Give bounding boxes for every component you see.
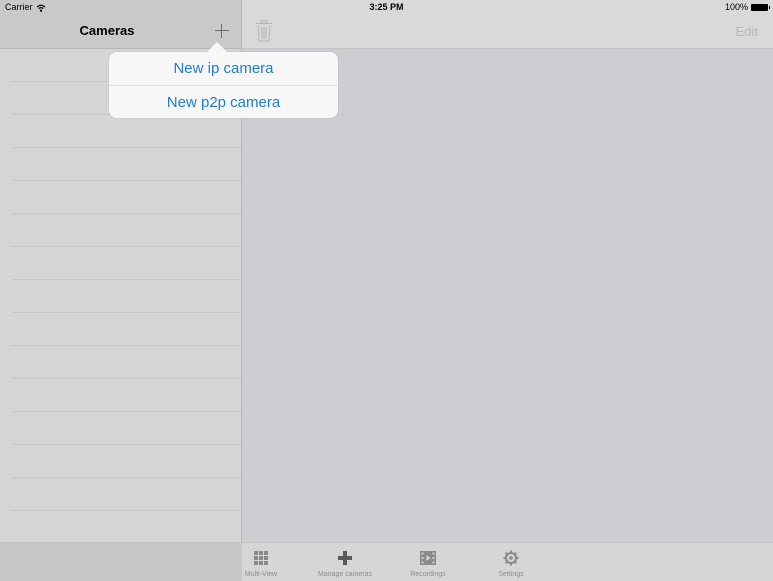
add-camera-button[interactable] bbox=[211, 20, 233, 42]
add-camera-popover: New ip camera New p2p camera bbox=[109, 52, 338, 118]
list-item bbox=[12, 280, 241, 313]
trash-icon bbox=[256, 20, 272, 42]
tab-label: Manage cameras bbox=[317, 571, 373, 578]
new-p2p-camera-option[interactable]: New p2p camera bbox=[109, 86, 338, 119]
plus-icon bbox=[338, 551, 352, 565]
tab-bar: Multi-View Manage cameras Recordings Set… bbox=[0, 542, 773, 581]
tab-recordings[interactable]: Recordings bbox=[388, 543, 468, 581]
tab-label: Multi-View bbox=[244, 571, 278, 578]
list-item bbox=[12, 148, 241, 181]
list-item bbox=[12, 115, 241, 148]
battery-percent: 100% bbox=[724, 2, 748, 12]
list-item bbox=[12, 214, 241, 247]
list-item bbox=[12, 313, 241, 346]
tab-label: Settings bbox=[498, 571, 524, 578]
tab-manage-cameras[interactable]: Manage cameras bbox=[305, 543, 385, 581]
delete-button[interactable] bbox=[255, 20, 273, 42]
list-item bbox=[12, 181, 241, 214]
list-item bbox=[12, 412, 241, 445]
popover-arrow bbox=[207, 42, 227, 52]
sidebar-title: Cameras bbox=[79, 23, 135, 38]
tab-label: Recordings bbox=[410, 571, 446, 578]
grid-icon bbox=[254, 551, 268, 565]
edit-button[interactable]: Edit bbox=[736, 24, 758, 39]
list-item bbox=[12, 445, 241, 478]
status-bar: Carrier 3:25 PM 100% bbox=[0, 0, 773, 15]
film-icon bbox=[420, 551, 436, 565]
gear-icon bbox=[503, 550, 519, 566]
tab-bar-left-area bbox=[0, 543, 242, 581]
tab-settings[interactable]: Settings bbox=[471, 543, 551, 581]
new-ip-camera-option[interactable]: New ip camera bbox=[109, 52, 338, 85]
list-item bbox=[12, 247, 241, 280]
list-item bbox=[12, 478, 241, 511]
status-right: 100% bbox=[724, 0, 770, 15]
tab-multi-view[interactable]: Multi-View bbox=[221, 543, 301, 581]
battery-icon bbox=[751, 4, 770, 11]
list-item bbox=[12, 346, 241, 379]
list-item bbox=[12, 379, 241, 412]
status-time: 3:25 PM bbox=[369, 2, 404, 12]
